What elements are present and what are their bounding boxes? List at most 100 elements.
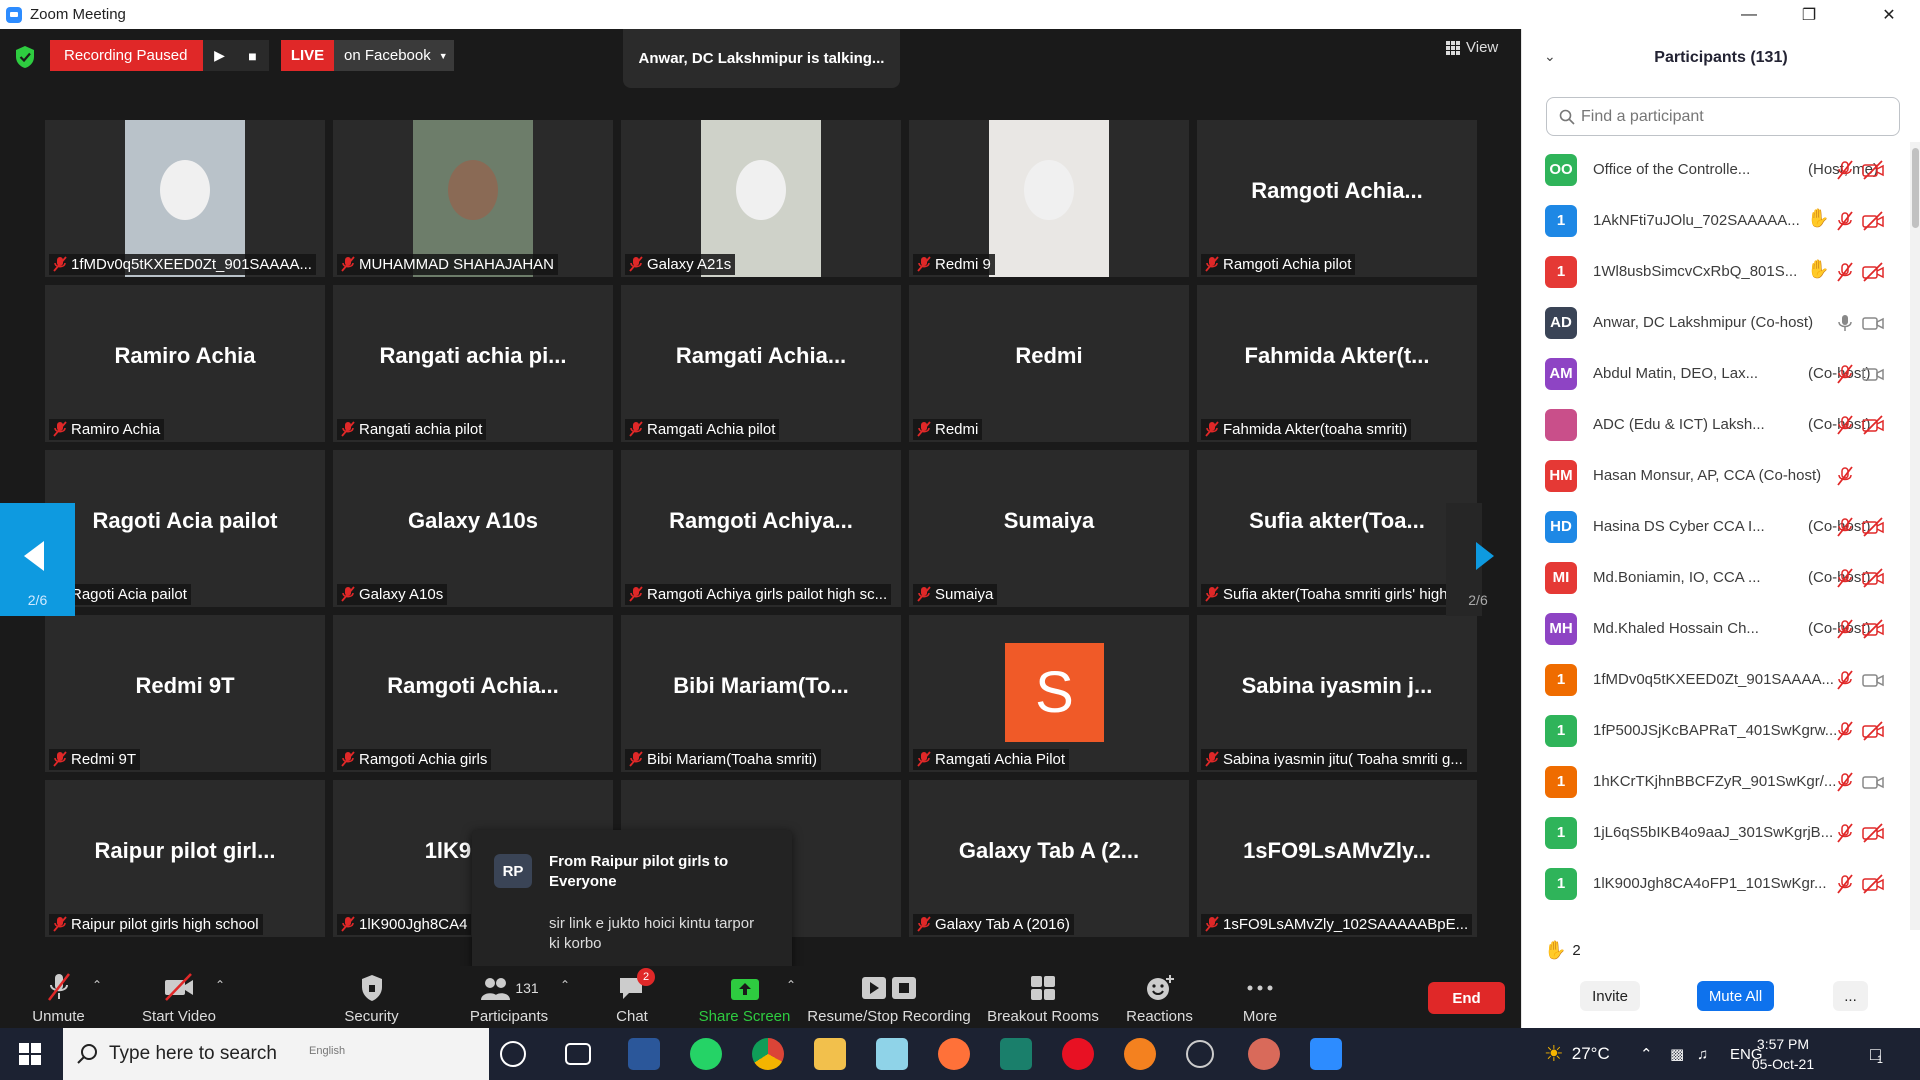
video-tile[interactable]: S Ramgati Achia Pilot bbox=[909, 615, 1189, 772]
zoom-taskbar-icon[interactable] bbox=[1310, 1038, 1342, 1070]
opera-icon[interactable] bbox=[1062, 1038, 1094, 1070]
participant-row[interactable]: 1 1Wl8usbSimcvCxRbQ_801S... ✋ bbox=[1522, 246, 1910, 297]
video-icon[interactable] bbox=[1862, 313, 1884, 338]
weather-widget[interactable]: ☀ 27°C bbox=[1544, 1028, 1610, 1080]
firefox-icon[interactable] bbox=[938, 1038, 970, 1070]
end-meeting-button[interactable]: End bbox=[1428, 982, 1505, 1014]
system-clock[interactable]: 3:57 PM 05-Oct-21 bbox=[1744, 1034, 1822, 1074]
participant-row[interactable]: 1 1fMDv0q5tKXEED0Zt_901SAAAA... bbox=[1522, 654, 1910, 705]
mic-muted-icon[interactable] bbox=[1836, 721, 1854, 746]
volume-icon[interactable]: ♫ bbox=[1697, 1028, 1708, 1080]
breakout-rooms-button[interactable]: Breakout Rooms bbox=[983, 966, 1103, 1029]
stop-recording-button[interactable]: ■ bbox=[236, 40, 269, 71]
participant-row[interactable]: HD Hasina DS Cyber CCA I... (Co-host) bbox=[1522, 501, 1910, 552]
participant-row[interactable]: AM Abdul Matin, DEO, Lax... (Co-host) bbox=[1522, 348, 1910, 399]
live-target-dropdown[interactable]: on Facebook ▼ bbox=[334, 40, 454, 71]
video-tile[interactable]: Raipur pilot girl... Raipur pilot girls h… bbox=[45, 780, 325, 937]
close-button[interactable]: ✕ bbox=[1866, 0, 1912, 29]
invite-button[interactable]: Invite bbox=[1580, 981, 1640, 1011]
previous-page-button[interactable]: 2/6 bbox=[0, 503, 75, 616]
video-tile[interactable]: 1sFO9LsAMvZly... 1sFO9LsAMvZly_102SAAAAAB… bbox=[1197, 780, 1477, 937]
mic-muted-icon[interactable] bbox=[1836, 874, 1854, 899]
video-tile[interactable]: 1fMDv0q5tKXEED0Zt_901SAAAA... bbox=[45, 120, 325, 277]
participant-row[interactable]: MH Md.Khaled Hossain Ch... (Co-host) bbox=[1522, 603, 1910, 654]
video-tile[interactable]: Ramgoti Achia... Ramgoti Achia girls bbox=[333, 615, 613, 772]
chat-notification[interactable]: RP From Raipur pilot girls to Everyone s… bbox=[472, 830, 792, 974]
next-page-button[interactable]: 2/6 bbox=[1446, 503, 1494, 616]
video-tile[interactable]: Sufia akter(Toa... Sufia akter(Toaha smri… bbox=[1197, 450, 1477, 607]
mic-muted-icon[interactable] bbox=[1836, 160, 1854, 185]
video-tile[interactable]: Fahmida Akter(t... Fahmida Akter(toaha sm… bbox=[1197, 285, 1477, 442]
notepad-icon[interactable] bbox=[876, 1038, 908, 1070]
tray-expand-icon[interactable]: ⌃ bbox=[1640, 1028, 1653, 1080]
video-tile[interactable]: Galaxy A21s bbox=[621, 120, 901, 277]
app-icon-circle[interactable] bbox=[1186, 1040, 1214, 1068]
video-tile[interactable]: Redmi 9T Redmi 9T bbox=[45, 615, 325, 772]
mic-muted-icon[interactable] bbox=[1836, 211, 1854, 236]
restore-button[interactable]: ❐ bbox=[1786, 0, 1832, 29]
video-tile[interactable]: Sabina iyasmin j... Sabina iyasmin jitu( … bbox=[1197, 615, 1477, 772]
mic-muted-icon[interactable] bbox=[1836, 364, 1854, 389]
video-tile[interactable]: MUHAMMAD SHAHAJAHAN bbox=[333, 120, 613, 277]
network-icon[interactable]: ▩ bbox=[1670, 1028, 1684, 1080]
reactions-button[interactable]: Reactions bbox=[1122, 966, 1197, 1029]
participant-row[interactable]: ADC (Edu & ICT) Laksh... (Co-host) bbox=[1522, 399, 1910, 450]
participant-row[interactable]: AD Anwar, DC Lakshmipur (Co-host) bbox=[1522, 297, 1910, 348]
audio-options-caret[interactable]: ⌃ bbox=[92, 978, 102, 992]
resume-stop-recording-button[interactable]: Resume/Stop Recording bbox=[805, 966, 973, 1029]
security-button[interactable]: Security bbox=[339, 966, 404, 1029]
start-video-button[interactable]: Start Video bbox=[134, 966, 224, 1029]
participants-button[interactable]: 131 Participants bbox=[459, 966, 559, 1029]
video-icon[interactable] bbox=[1862, 364, 1884, 389]
video-off-icon[interactable] bbox=[1862, 619, 1884, 644]
participant-row[interactable]: 1 1jL6qS5bIKB4o9aaJ_301SwKgrjB... bbox=[1522, 807, 1910, 858]
participant-row[interactable]: OO Office of the Controlle... (Host, me) bbox=[1522, 144, 1910, 195]
video-tile[interactable]: Ramgati Achia... Ramgati Achia pilot bbox=[621, 285, 901, 442]
video-off-icon[interactable] bbox=[1862, 568, 1884, 593]
participant-row[interactable]: 1 1fP500JSjKcBAPRaT_401SwKgrw... bbox=[1522, 705, 1910, 756]
notifications-button[interactable]: □ 1 bbox=[1870, 1028, 1883, 1080]
video-off-icon[interactable] bbox=[1862, 211, 1884, 236]
taskbar-search-input[interactable]: Type here to search English bbox=[63, 1028, 489, 1080]
mic-muted-icon[interactable] bbox=[1836, 670, 1854, 695]
participants-options-caret[interactable]: ⌃ bbox=[560, 978, 570, 992]
video-tile[interactable]: Galaxy Tab A (2... Galaxy Tab A (2016) bbox=[909, 780, 1189, 937]
app-icon-orange[interactable] bbox=[1124, 1038, 1156, 1070]
resume-recording-button[interactable]: ▶ bbox=[203, 40, 236, 71]
share-screen-button[interactable]: Share Screen bbox=[697, 966, 792, 1029]
video-tile[interactable]: Ragoti Acia pailot Ragoti Acia pailot bbox=[45, 450, 325, 607]
participant-row[interactable]: HM Hasan Monsur, AP, CCA (Co-host) bbox=[1522, 450, 1910, 501]
panel-more-button[interactable]: ... bbox=[1833, 981, 1868, 1011]
video-icon[interactable] bbox=[1862, 772, 1884, 797]
video-off-icon[interactable] bbox=[1862, 823, 1884, 848]
task-view-icon[interactable] bbox=[565, 1043, 591, 1065]
video-tile[interactable]: Redmi 9 bbox=[909, 120, 1189, 277]
video-off-icon[interactable] bbox=[1862, 721, 1884, 746]
mic-muted-icon[interactable] bbox=[1836, 262, 1854, 287]
participant-row[interactable]: MI Md.Boniamin, IO, CCA ... (Co-host) bbox=[1522, 552, 1910, 603]
chat-button[interactable]: Chat 2 bbox=[606, 966, 658, 1029]
word-icon[interactable] bbox=[628, 1038, 660, 1070]
participant-row[interactable]: 1 1hKCrTKjhnBBCFZyR_901SwKgr/... bbox=[1522, 756, 1910, 807]
video-off-icon[interactable] bbox=[1862, 160, 1884, 185]
video-icon[interactable] bbox=[1862, 670, 1884, 695]
app-icon[interactable] bbox=[1000, 1038, 1032, 1070]
view-button[interactable]: View bbox=[1446, 39, 1498, 56]
cortana-icon[interactable] bbox=[500, 1041, 526, 1067]
file-explorer-icon[interactable] bbox=[814, 1038, 846, 1070]
mic-muted-icon[interactable] bbox=[1836, 466, 1854, 491]
mic-muted-icon[interactable] bbox=[1836, 772, 1854, 797]
video-options-caret[interactable]: ⌃ bbox=[215, 978, 225, 992]
participant-list-scrollbar[interactable] bbox=[1910, 142, 1920, 930]
windows-start-icon[interactable] bbox=[19, 1043, 41, 1065]
video-tile[interactable]: Sumaiya Sumaiya bbox=[909, 450, 1189, 607]
video-off-icon[interactable] bbox=[1862, 262, 1884, 287]
video-off-icon[interactable] bbox=[1862, 517, 1884, 542]
unmute-button[interactable]: Unmute bbox=[26, 966, 91, 1029]
video-tile[interactable]: Bibi Mariam(To... Bibi Mariam(Toaha smrit… bbox=[621, 615, 901, 772]
video-off-icon[interactable] bbox=[1862, 415, 1884, 440]
participant-row[interactable]: 1 1lK900Jgh8CA4oFP1_101SwKgr... bbox=[1522, 858, 1910, 909]
participant-row[interactable]: 1 1AkNFti7uJOlu_702SAAAAA... ✋ bbox=[1522, 195, 1910, 246]
mic-muted-icon[interactable] bbox=[1836, 517, 1854, 542]
mic-muted-icon[interactable] bbox=[1836, 619, 1854, 644]
